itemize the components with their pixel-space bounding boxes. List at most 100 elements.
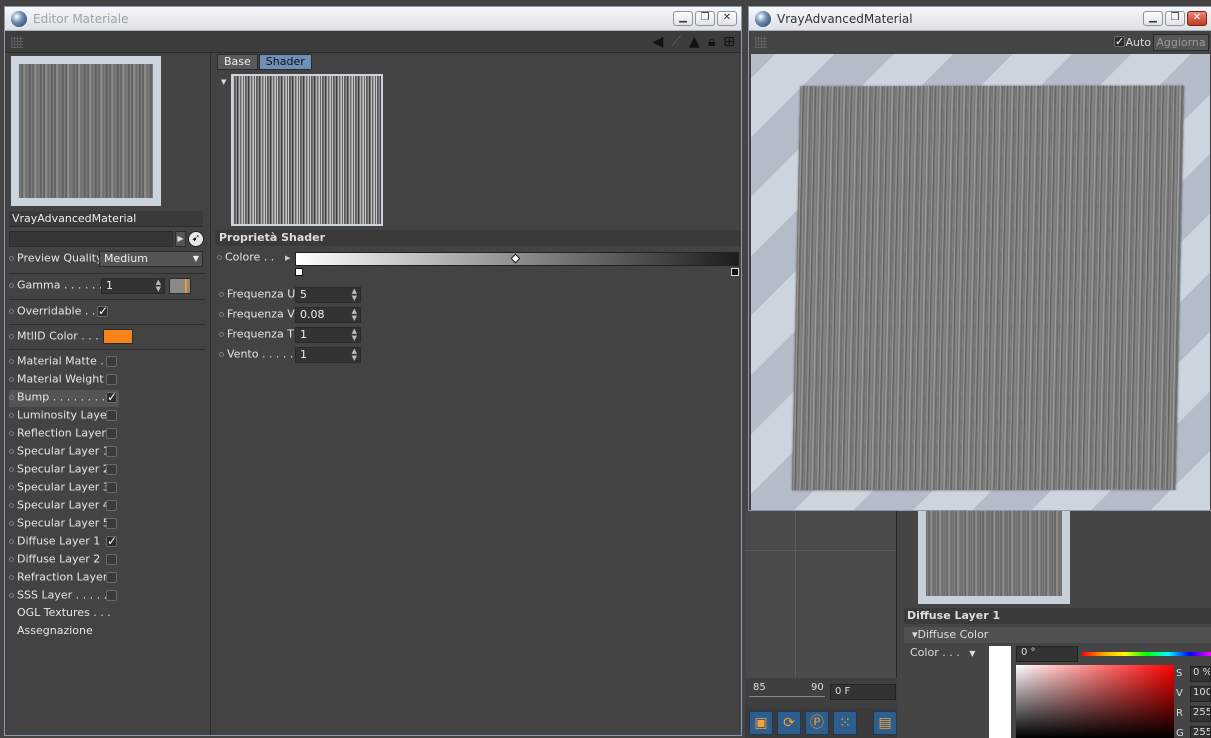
keyframe-dot-icon[interactable]: [9, 520, 14, 526]
preview-quality-select[interactable]: Medium ▼: [99, 251, 203, 267]
film-icon[interactable]: ▤: [873, 711, 897, 735]
vray-titlebar[interactable]: VrayAdvancedMaterial ▁ ❐ ✕: [749, 7, 1211, 31]
channel-checkbox[interactable]: [106, 518, 117, 529]
refresh-button[interactable]: Aggiorna: [1153, 34, 1209, 51]
pick-object-icon[interactable]: ➹: [188, 231, 204, 247]
spinner-icon[interactable]: ▲ ▼: [352, 288, 357, 302]
keyframe-dot-icon[interactable]: [9, 538, 14, 544]
shader-prop-input[interactable]: 0.08 ▲ ▼: [295, 307, 361, 323]
keyframe-dot-icon[interactable]: [9, 556, 14, 562]
shader-prop-input[interactable]: 5 ▲ ▼: [295, 287, 361, 303]
keyframe-dot-icon[interactable]: [9, 448, 14, 454]
tab-shader[interactable]: Shader: [258, 54, 312, 70]
keyframe-dot-icon[interactable]: [9, 466, 14, 472]
link-field[interactable]: [9, 231, 173, 247]
keyframe-dot-icon[interactable]: [9, 592, 14, 598]
diffuse-color-group[interactable]: ▾Diffuse Color: [904, 627, 1211, 643]
minimize-button[interactable]: ▁: [1143, 11, 1163, 26]
channel-checkbox[interactable]: [106, 572, 117, 583]
rotate-icon[interactable]: ⟳: [777, 711, 801, 735]
channel-checkbox[interactable]: ✓: [106, 535, 117, 547]
slash-icon[interactable]: ⟋: [671, 34, 681, 50]
timeline-ruler[interactable]: [749, 696, 825, 702]
minimize-button[interactable]: ▁: [673, 11, 693, 26]
keyframe-dot-icon[interactable]: [219, 291, 224, 297]
channel-checkbox[interactable]: [106, 356, 117, 367]
channel-checkbox[interactable]: [106, 428, 117, 439]
close-button[interactable]: ✕: [1187, 11, 1207, 26]
auto-checkbox[interactable]: ✓: [1114, 36, 1125, 47]
v-input[interactable]: 100: [1190, 686, 1211, 702]
expand-triangle-icon[interactable]: ▶: [285, 254, 290, 262]
tab-base[interactable]: Base: [217, 54, 258, 70]
channel-checkbox[interactable]: [106, 374, 117, 385]
link-arrow-icon[interactable]: ▶: [175, 231, 186, 247]
lock-icon[interactable]: 🔒︎: [708, 34, 715, 50]
material-name-field[interactable]: VrayAdvancedMaterial: [9, 211, 203, 227]
keyframe-dot-icon[interactable]: [9, 376, 14, 382]
overridable-checkbox[interactable]: ✓: [97, 305, 108, 317]
keyframe-dot-icon[interactable]: [9, 502, 14, 508]
color-swatch[interactable]: [989, 646, 1011, 738]
chevron-down-icon[interactable]: ▼: [969, 649, 975, 658]
channel-checkbox[interactable]: [106, 590, 117, 601]
channel-checkbox[interactable]: [106, 554, 117, 565]
keyframe-dot-icon[interactable]: [9, 282, 14, 288]
spinner-icon[interactable]: ▲ ▼: [352, 308, 357, 322]
grip-icon[interactable]: [755, 36, 767, 48]
viewport-3d[interactable]: [745, 510, 897, 678]
arrow-up-icon[interactable]: ▲: [689, 34, 700, 50]
keyframe-dot-icon[interactable]: [219, 311, 224, 317]
keyframe-dot-icon[interactable]: [9, 308, 14, 314]
material-thumbnail[interactable]: [918, 510, 1070, 604]
channel-checkbox[interactable]: [106, 464, 117, 475]
dots-grid-icon[interactable]: ⁙: [833, 711, 857, 735]
assignment-link[interactable]: Assegnazione: [17, 624, 93, 641]
gamma-swatch[interactable]: [169, 278, 191, 294]
shader-preview[interactable]: [231, 74, 383, 226]
keyframe-dot-icon[interactable]: [9, 574, 14, 580]
s-input[interactable]: 0 %: [1190, 666, 1211, 682]
editor-titlebar[interactable]: Editor Materiale ▁ ❐ ✕: [5, 7, 741, 31]
spinner-icon[interactable]: ▲ ▼: [352, 328, 357, 342]
gradient-midpoint-handle[interactable]: [510, 253, 521, 264]
r-input[interactable]: 255: [1190, 706, 1211, 722]
maximize-button[interactable]: ❐: [695, 11, 715, 26]
maximize-button[interactable]: ❐: [1165, 11, 1185, 26]
channel-checkbox[interactable]: [106, 482, 117, 493]
grip-icon[interactable]: [11, 36, 23, 48]
new-window-icon[interactable]: ⊞: [723, 34, 735, 50]
channel-checkbox[interactable]: [106, 410, 117, 421]
shader-prop-input[interactable]: 1 ▲ ▼: [295, 327, 361, 343]
keyframe-dot-icon[interactable]: [9, 358, 14, 364]
close-button[interactable]: ✕: [717, 11, 737, 26]
gradient-knot-black[interactable]: [731, 268, 739, 276]
material-preview[interactable]: [11, 56, 161, 206]
shader-prop-input[interactable]: 1 ▲ ▼: [295, 347, 361, 363]
gradient-knot-white[interactable]: [295, 268, 303, 276]
keyframe-dot-icon[interactable]: [9, 255, 14, 261]
keyframe-dot-icon[interactable]: [219, 351, 224, 357]
g-input[interactable]: 255: [1190, 726, 1211, 738]
spinner-icon[interactable]: ▲ ▼: [156, 279, 161, 293]
ogl-textures-link[interactable]: OGL Textures . . .: [17, 606, 111, 623]
keyframe-dot-icon[interactable]: [9, 484, 14, 490]
color-picker-field[interactable]: [1016, 665, 1174, 738]
gamma-input[interactable]: 1 ▲ ▼: [101, 278, 165, 294]
p-icon[interactable]: Ⓟ: [805, 711, 829, 735]
keyframe-dot-icon[interactable]: [9, 394, 14, 400]
collapse-triangle-icon[interactable]: ▼: [221, 78, 226, 86]
gradient-bar[interactable]: [295, 252, 739, 266]
spinner-icon[interactable]: ▲ ▼: [352, 348, 357, 362]
hue-input[interactable]: 0 °: [1016, 646, 1078, 662]
keyframe-dot-icon[interactable]: [219, 331, 224, 337]
hue-slider[interactable]: [1082, 652, 1211, 656]
current-frame-field[interactable]: 0 F: [830, 684, 896, 700]
keyframe-dot-icon[interactable]: [9, 412, 14, 418]
cube-icon[interactable]: ▣: [749, 711, 773, 735]
keyframe-dot-icon[interactable]: [217, 254, 222, 260]
channel-checkbox[interactable]: [106, 500, 117, 511]
channel-checkbox[interactable]: [106, 446, 117, 457]
channel-checkbox[interactable]: ✓: [106, 391, 117, 403]
mtlid-color-swatch[interactable]: [103, 329, 133, 344]
